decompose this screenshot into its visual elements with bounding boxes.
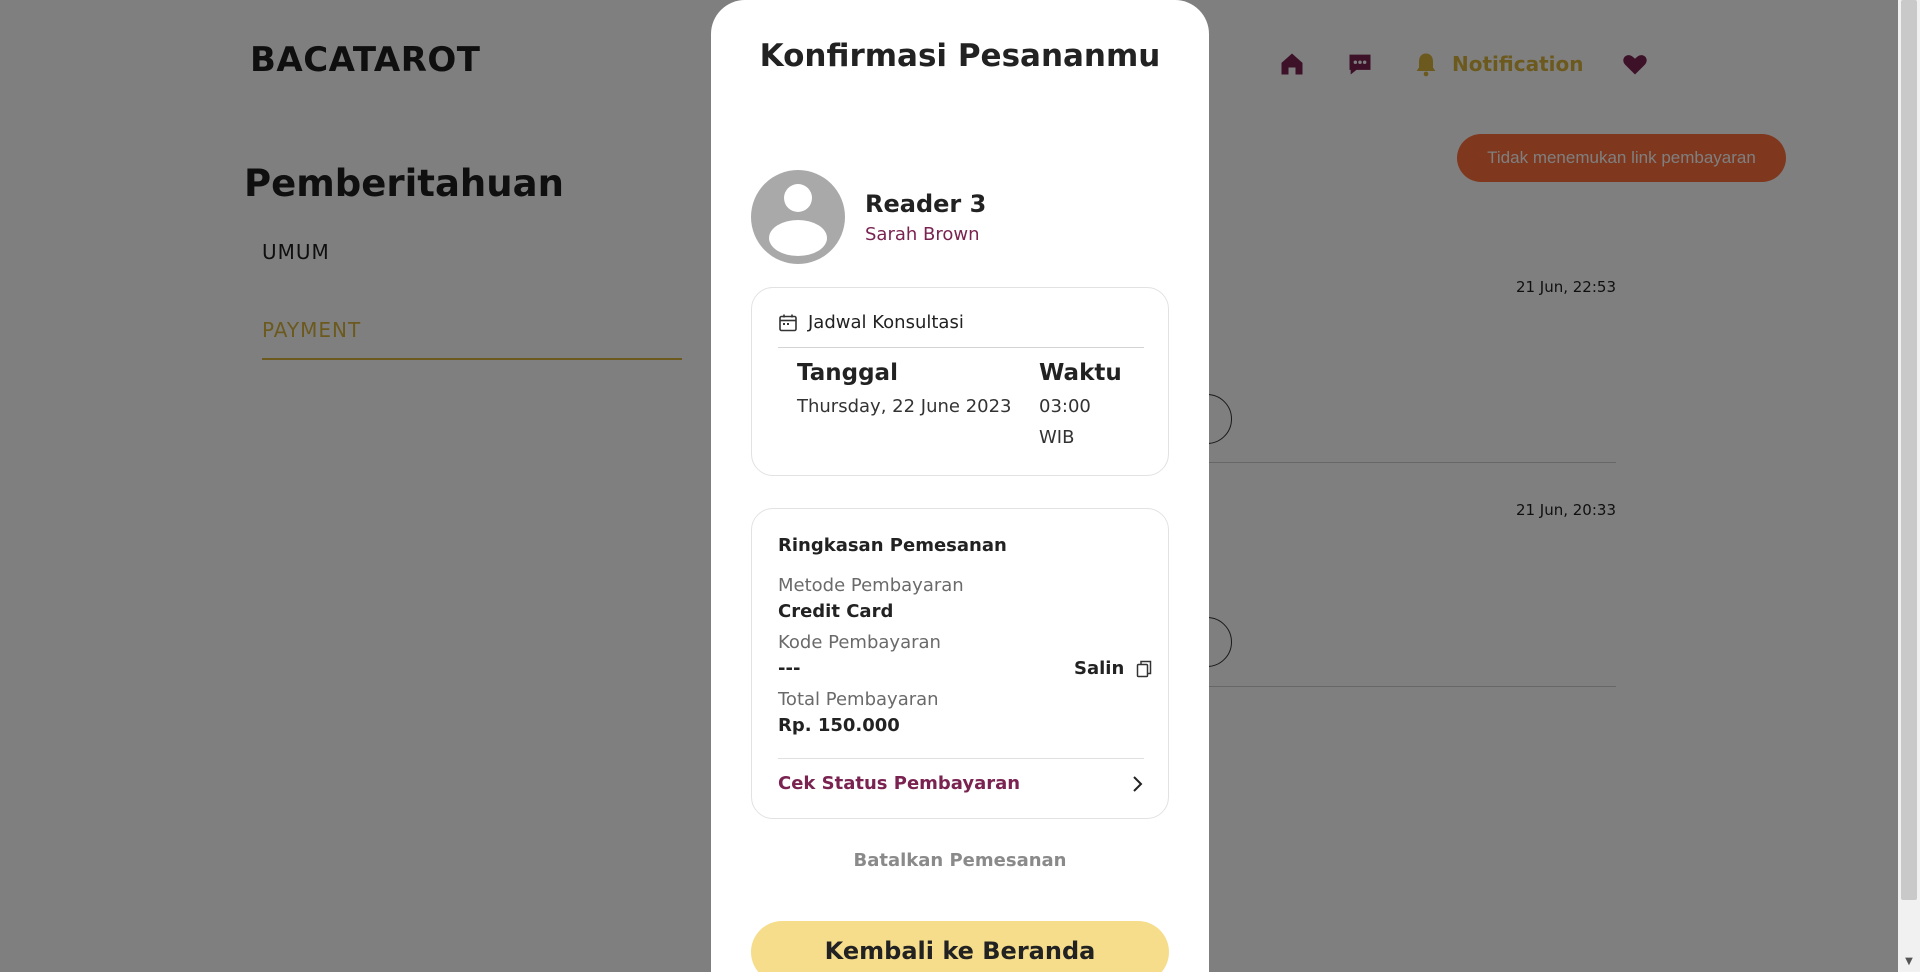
schedule-heading-label: Jadwal Konsultasi	[808, 312, 964, 333]
divider	[778, 347, 1144, 348]
summary-heading: Ringkasan Pemesanan	[778, 535, 1007, 556]
scrollbar[interactable]: ▼	[1898, 0, 1920, 972]
user-avatar-icon	[751, 170, 845, 264]
date-value: Thursday, 22 June 2023	[797, 396, 1012, 417]
time-value: 03:00 WIB	[1039, 396, 1091, 448]
reader-name: Reader 3	[865, 189, 987, 218]
payment-method-value: Credit Card	[778, 601, 894, 622]
total-label: Total Pembayaran	[778, 689, 939, 710]
schedule-card: Jadwal Konsultasi Tanggal Thursday, 22 J…	[751, 287, 1169, 476]
time-label: Waktu	[1039, 360, 1122, 386]
reader-subtitle: Sarah Brown	[865, 223, 980, 245]
date-label: Tanggal	[797, 360, 898, 386]
copy-code-button[interactable]: Salin	[1074, 658, 1152, 679]
copy-icon	[1137, 660, 1152, 677]
modal-title: Konfirmasi Pesananmu	[759, 38, 1161, 74]
total-value: Rp. 150.000	[778, 715, 900, 736]
payment-method-label: Metode Pembayaran	[778, 575, 964, 596]
order-summary-card: Ringkasan Pemesanan Metode Pembayaran Cr…	[751, 508, 1169, 819]
back-to-home-button[interactable]: Kembali ke Beranda	[751, 921, 1169, 972]
schedule-heading: Jadwal Konsultasi	[778, 312, 964, 333]
order-confirmation-modal: Konfirmasi Pesananmu Reader 3 Sarah Brow…	[711, 0, 1209, 972]
check-payment-status-link[interactable]: Cek Status Pembayaran	[778, 773, 1144, 794]
payment-code-value: ---	[778, 658, 801, 679]
copy-label: Salin	[1074, 658, 1125, 679]
scroll-down-icon[interactable]: ▼	[1898, 950, 1920, 972]
check-payment-status-label: Cek Status Pembayaran	[778, 773, 1021, 794]
chevron-right-icon	[1133, 775, 1143, 792]
divider	[778, 758, 1144, 759]
payment-code-label: Kode Pembayaran	[778, 632, 941, 653]
reader-profile: Reader 3 Sarah Brown	[751, 170, 986, 264]
scrollbar-thumb[interactable]	[1901, 0, 1917, 900]
calendar-icon	[779, 314, 797, 331]
cancel-order-link[interactable]: Batalkan Pemesanan	[711, 850, 1209, 871]
